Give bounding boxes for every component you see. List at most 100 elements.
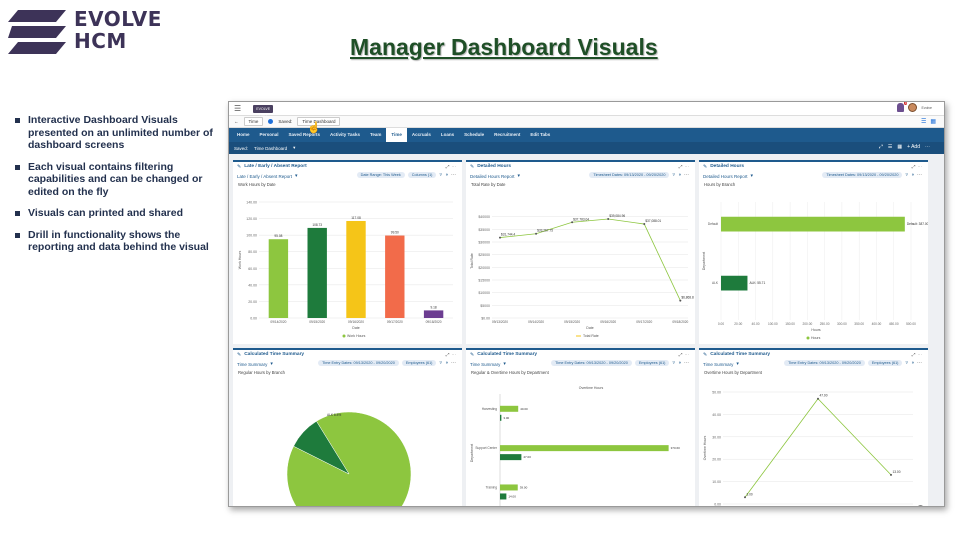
report-select[interactable]: Detailed Hours Report [470,174,515,179]
filter-icon[interactable]: ▿ [905,360,908,366]
chart-bar[interactable] [721,275,748,291]
dashboard-panel[interactable]: ✎ Calculated Time Summary ⤢⋯ Time Summar… [466,348,695,506]
saved-dashboard-select[interactable]: Time Dashboard [254,146,287,151]
tab-recruitment[interactable]: Recruitment [489,128,525,142]
chart-bar[interactable] [385,235,405,318]
panel-edit-icon[interactable]: ✎ [237,352,241,358]
data-point[interactable] [679,299,682,302]
back-arrow-icon[interactable]: ← [234,119,239,124]
filter-chip[interactable]: Columns (1) [407,172,437,178]
chart-bar[interactable] [268,239,289,318]
filter-chip[interactable]: Date Range: This Week [356,172,405,178]
panel-edit-icon[interactable]: ✎ [470,164,474,170]
data-point[interactable] [535,232,538,235]
more-icon[interactable]: ⋯ [925,144,930,150]
more-icon[interactable]: ⋯ [917,172,922,178]
avatar[interactable] [908,103,918,112]
data-point[interactable] [643,223,646,226]
report-select[interactable]: Time Summary [237,362,267,367]
report-select[interactable]: Detailed Hours Report [703,174,748,179]
chart-bar[interactable] [307,227,327,318]
chart-bar[interactable] [721,216,905,232]
dashboard-panel[interactable]: ✎ Detailed Hours ⤢⋯ Detailed Hours Repor… [699,160,928,344]
panel-edit-icon[interactable]: ✎ [703,164,707,170]
report-select[interactable]: Late / Early / Absent Report [237,174,292,179]
expand-icon[interactable]: ⤢ [879,144,883,150]
grid-view-icon[interactable]: ▦ [897,144,902,150]
more-icon[interactable]: ⋯ [452,164,459,169]
chart-bar[interactable] [500,445,669,452]
hamburger-menu-icon[interactable]: ☰ [234,104,241,113]
tab-home[interactable]: Home [232,128,255,142]
tab-activity-tasks[interactable]: Activity Tasks [325,128,365,142]
chart-type-icon[interactable]: ◑ [445,172,448,178]
filter-icon[interactable]: ▿ [672,172,675,178]
chart-bar[interactable] [346,220,366,318]
chart-type-icon[interactable]: ◑ [678,172,681,178]
notification-bell-icon[interactable]: 3 [897,102,908,112]
filter-icon[interactable]: ▿ [672,360,675,366]
more-icon[interactable]: ⋯ [684,360,689,366]
add-widget-button[interactable]: + Add [907,144,920,150]
chart-bar[interactable] [500,484,518,491]
dashboard-panel[interactable]: ✎ Calculated Time Summary ⤢⋯ Time Summar… [699,348,928,506]
data-point[interactable] [571,221,574,224]
filter-chip[interactable]: Timesheet Dates: 09/13/2020 - 09/20/2020 [589,172,670,178]
more-icon[interactable]: ⋯ [685,352,692,357]
more-icon[interactable]: ⋯ [684,172,689,178]
pie-slice[interactable] [286,411,412,507]
module-select[interactable]: Time [243,117,264,126]
filter-chip[interactable]: Time Entry Dates: 09/13/2020 - 09/20/202… [784,360,865,366]
data-point[interactable] [744,496,746,499]
tab-personal[interactable]: Personal [255,128,284,142]
report-select[interactable]: Time Summary [703,362,733,367]
list-view-icon[interactable]: ☰ [921,118,926,125]
panel-edit-icon[interactable]: ✎ [237,164,241,170]
tab-accruals[interactable]: Accruals [407,128,436,142]
scroll-to-top-icon[interactable] [917,505,924,506]
filter-icon[interactable]: ▿ [439,172,442,178]
filter-icon[interactable]: ▿ [905,172,908,178]
grid-view-icon[interactable]: ▦ [930,118,936,125]
chart-type-icon[interactable]: ◑ [911,360,914,366]
panel-edit-icon[interactable]: ✎ [703,352,707,358]
chevron-down-icon[interactable]: ▾ [751,173,754,179]
filter-chip[interactable]: Timesheet Dates: 09/13/2020 - 09/20/2020 [822,172,903,178]
chart-bar[interactable] [500,405,519,412]
info-icon[interactable] [268,119,274,124]
filter-chip[interactable]: Employees (61) [867,360,903,366]
dashboard-panel[interactable]: ✎ Late / Early / Absent Report ⤢⋯ Late /… [233,160,462,344]
chart-type-icon[interactable]: ◑ [678,360,681,366]
report-select[interactable]: Time Summary [470,362,500,367]
chevron-down-icon[interactable]: ▾ [293,145,295,151]
chart-bar[interactable] [500,414,502,421]
more-icon[interactable]: ⋯ [918,164,925,169]
chart-bar[interactable] [500,454,522,461]
filter-chip[interactable]: Time Entry Dates: 09/13/2020 - 09/20/202… [551,360,632,366]
filter-chip[interactable]: Employees (61) [401,360,437,366]
data-point[interactable] [499,236,501,239]
tab-time[interactable]: Time [386,128,407,142]
chart-bar[interactable] [500,493,507,500]
dashboard-panel[interactable]: ✎ Calculated Time Summary ⤢⋯ Time Summar… [233,348,462,507]
more-icon[interactable]: ⋯ [918,352,925,357]
more-icon[interactable]: ⋯ [452,352,459,357]
more-icon[interactable]: ⋯ [451,360,456,366]
tab-team[interactable]: Team [365,128,386,142]
more-icon[interactable]: ⋯ [917,360,922,366]
filter-chip[interactable]: Employees (61) [634,360,670,366]
more-icon[interactable]: ⋯ [451,172,456,178]
chart-type-icon[interactable]: ◑ [445,360,448,366]
chevron-down-icon[interactable]: ▾ [295,173,298,179]
panel-edit-icon[interactable]: ✎ [470,352,474,358]
chart-bar[interactable] [423,310,444,318]
chevron-down-icon[interactable]: ▾ [518,173,521,179]
data-point[interactable] [890,473,892,476]
chevron-down-icon[interactable]: ▾ [736,361,739,367]
chart-type-icon[interactable]: ◑ [911,172,914,178]
data-point[interactable] [817,397,819,400]
tab-schedule[interactable]: Schedule [459,128,489,142]
tab-edit-tabs[interactable]: Edit Tabs [525,128,555,142]
list-view-icon[interactable]: ☰ [888,144,892,150]
tab-loans[interactable]: Loans [436,128,459,142]
